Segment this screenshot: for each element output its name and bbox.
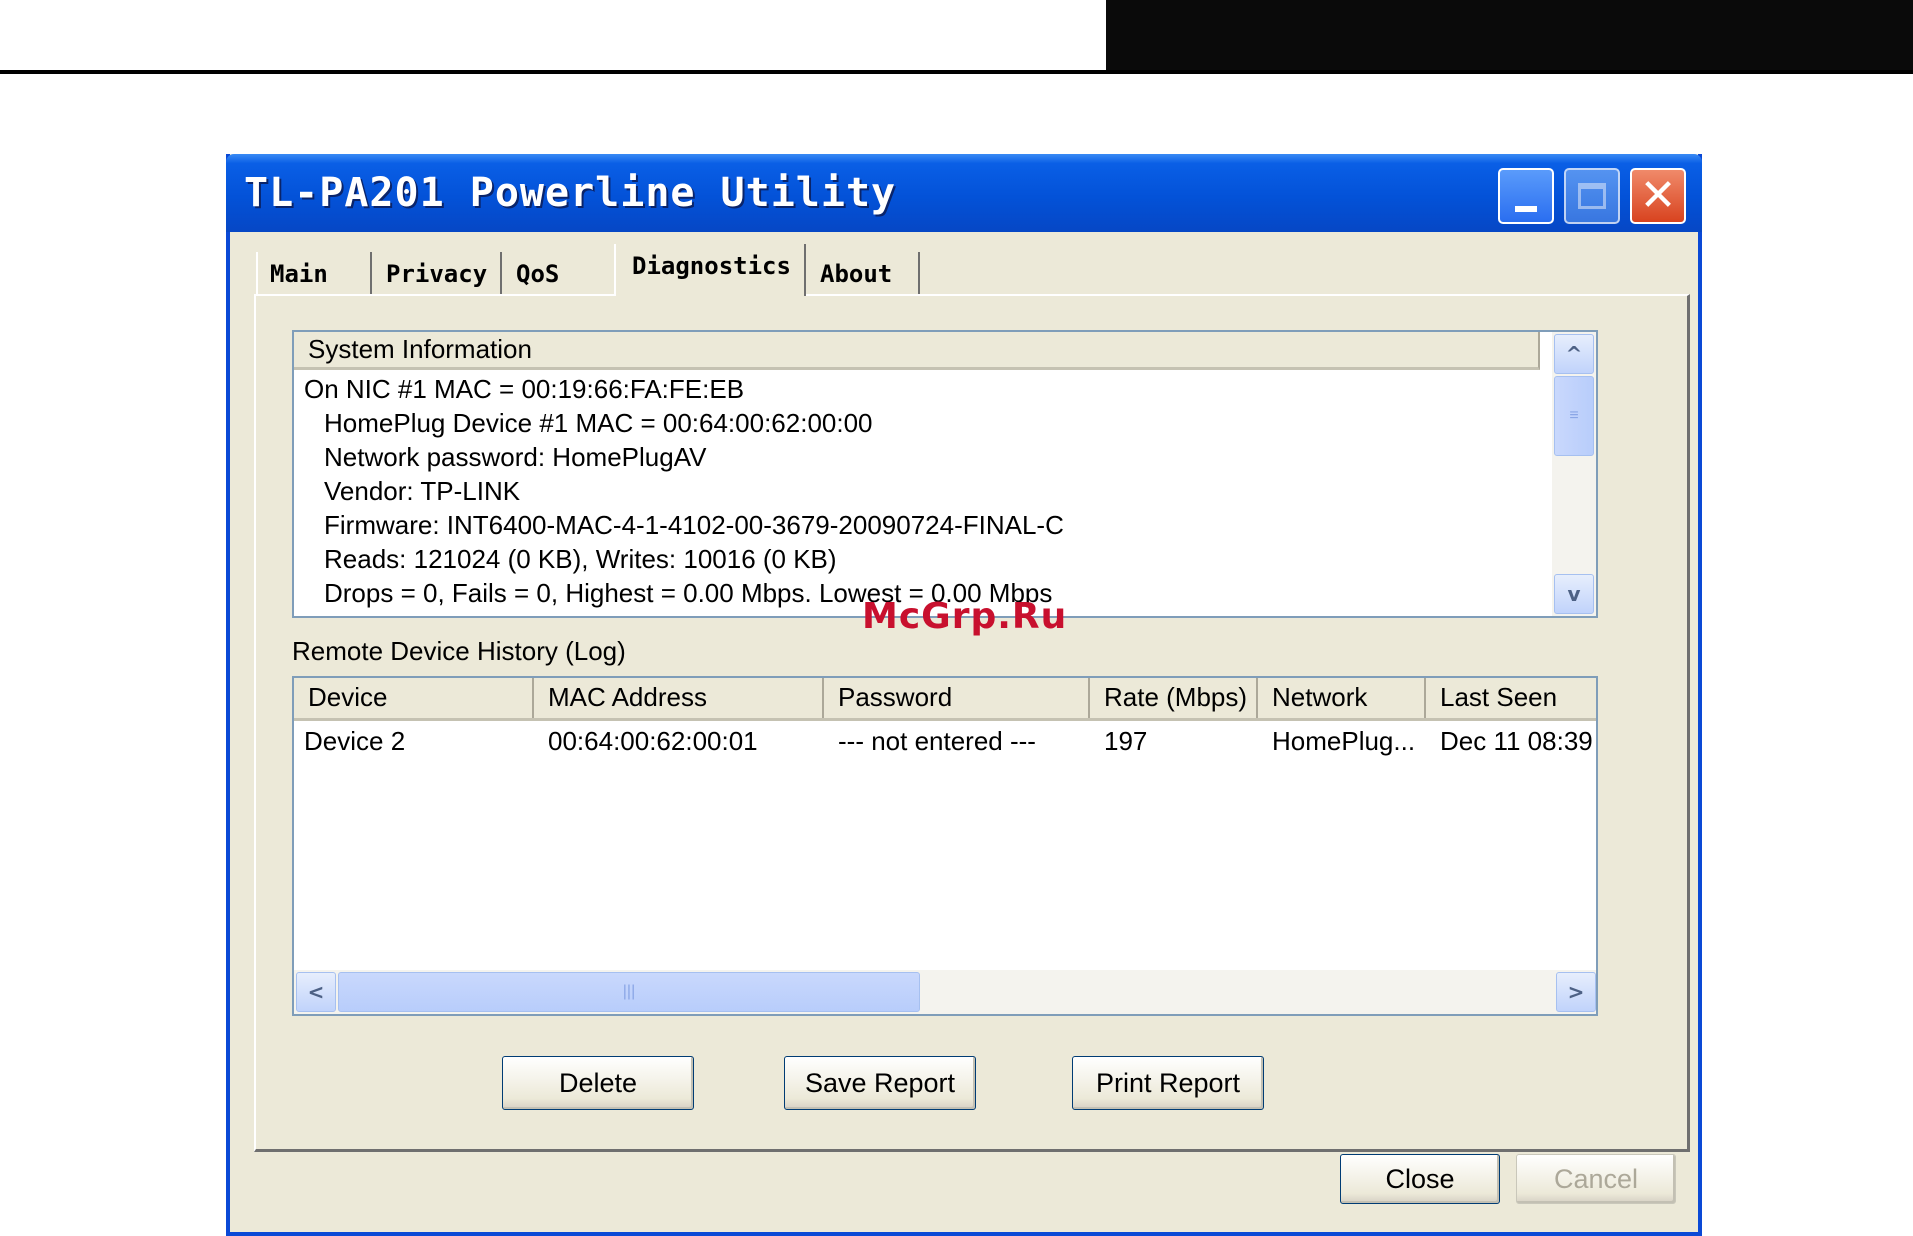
tab-about[interactable]: About <box>808 252 920 294</box>
print-report-button[interactable]: Print Report <box>1072 1056 1264 1110</box>
close-window-button[interactable]: ✕ <box>1630 168 1686 224</box>
system-info-line: HomePlug Device #1 MAC = 00:64:00:62:00:… <box>324 408 873 438</box>
window-title: TL-PA201 Powerline Utility <box>244 170 897 216</box>
grip-icon: ≡ <box>1569 407 1579 424</box>
scroll-right-button[interactable]: > <box>1556 972 1596 1012</box>
utility-window: TL-PA201 Powerline Utility ✕ Main Privac… <box>226 154 1702 1236</box>
cell-network: HomePlug... <box>1272 726 1416 756</box>
device-log-table[interactable]: Device MAC Address Password Rate (Mbps) … <box>292 676 1598 1016</box>
horizontal-scroll-thumb[interactable]: ||| <box>338 972 920 1012</box>
system-info-vscrollbar[interactable]: ^ ≡ v <box>1552 332 1596 616</box>
scroll-down-button[interactable]: v <box>1554 574 1594 614</box>
cell-rate: 197 <box>1104 726 1148 756</box>
log-header-row: Device MAC Address Password Rate (Mbps) … <box>294 678 1596 721</box>
system-info-list[interactable]: System Information On NIC #1 MAC = 00:19… <box>292 330 1598 618</box>
table-row[interactable]: Device 2 00:64:00:62:00:01 --- not enter… <box>294 722 1596 762</box>
system-info-line: Vendor: TP-LINK <box>324 476 521 506</box>
system-info-line: Firmware: INT6400-MAC-4-1-4102-00-3679-2… <box>324 510 1064 540</box>
column-header-password[interactable]: Password <box>824 678 1090 718</box>
system-info-header[interactable]: System Information <box>294 332 1540 370</box>
system-info-line: Network password: HomePlugAV <box>324 442 707 472</box>
minimize-button[interactable] <box>1498 168 1554 224</box>
column-header-last-seen[interactable]: Last Seen <box>1426 678 1596 718</box>
log-section-label: Remote Device History (Log) <box>292 636 626 666</box>
tab-diagnostics[interactable]: Diagnostics <box>614 244 806 296</box>
system-info-line: On NIC #1 MAC = 00:19:66:FA:FE:EB <box>304 374 745 404</box>
close-icon: ✕ <box>1639 170 1677 221</box>
vertical-scroll-thumb[interactable]: ≡ <box>1554 376 1594 456</box>
chevron-right-icon: > <box>1567 980 1585 1004</box>
system-info-line: Reads: 121024 (0 KB), Writes: 10016 (0 K… <box>324 544 837 574</box>
log-hscrollbar[interactable]: < ||| > <box>294 970 1596 1014</box>
maximize-icon <box>1578 183 1606 209</box>
page-divider <box>0 70 1913 74</box>
title-bar[interactable]: TL-PA201 Powerline Utility ✕ <box>226 154 1702 232</box>
cancel-button: Cancel <box>1516 1154 1676 1204</box>
system-info-lines: On NIC #1 MAC = 00:19:66:FA:FE:EB HomePl… <box>304 372 1534 612</box>
tab-qos[interactable]: QoS <box>504 252 620 294</box>
diagnostics-panel: System Information On NIC #1 MAC = 00:19… <box>254 294 1690 1152</box>
column-header-device[interactable]: Device <box>294 678 534 718</box>
chevron-left-icon: < <box>307 980 325 1004</box>
column-header-network[interactable]: Network <box>1258 678 1426 718</box>
chevron-down-icon: v <box>1567 582 1581 606</box>
cell-password: --- not entered --- <box>838 726 1036 756</box>
watermark-text: McGrp.Ru <box>862 596 1068 637</box>
maximize-button[interactable] <box>1564 168 1620 224</box>
delete-button[interactable]: Delete <box>502 1056 694 1110</box>
close-button[interactable]: Close <box>1340 1154 1500 1204</box>
cell-last-seen: Dec 11 08:39 <box>1440 726 1593 756</box>
chevron-up-icon: ^ <box>1565 342 1583 366</box>
grip-icon: ||| <box>622 983 636 1000</box>
page-header-block <box>1106 0 1913 72</box>
tab-privacy[interactable]: Privacy <box>374 252 502 294</box>
cell-mac: 00:64:00:62:00:01 <box>548 726 758 756</box>
cell-device: Device 2 <box>304 726 406 756</box>
minimize-icon <box>1515 206 1537 212</box>
save-report-button[interactable]: Save Report <box>784 1056 976 1110</box>
column-header-rate[interactable]: Rate (Mbps) <box>1090 678 1258 718</box>
column-header-mac[interactable]: MAC Address <box>534 678 824 718</box>
tab-main[interactable]: Main <box>256 252 372 294</box>
scroll-up-button[interactable]: ^ <box>1554 334 1594 374</box>
scroll-left-button[interactable]: < <box>296 972 336 1012</box>
